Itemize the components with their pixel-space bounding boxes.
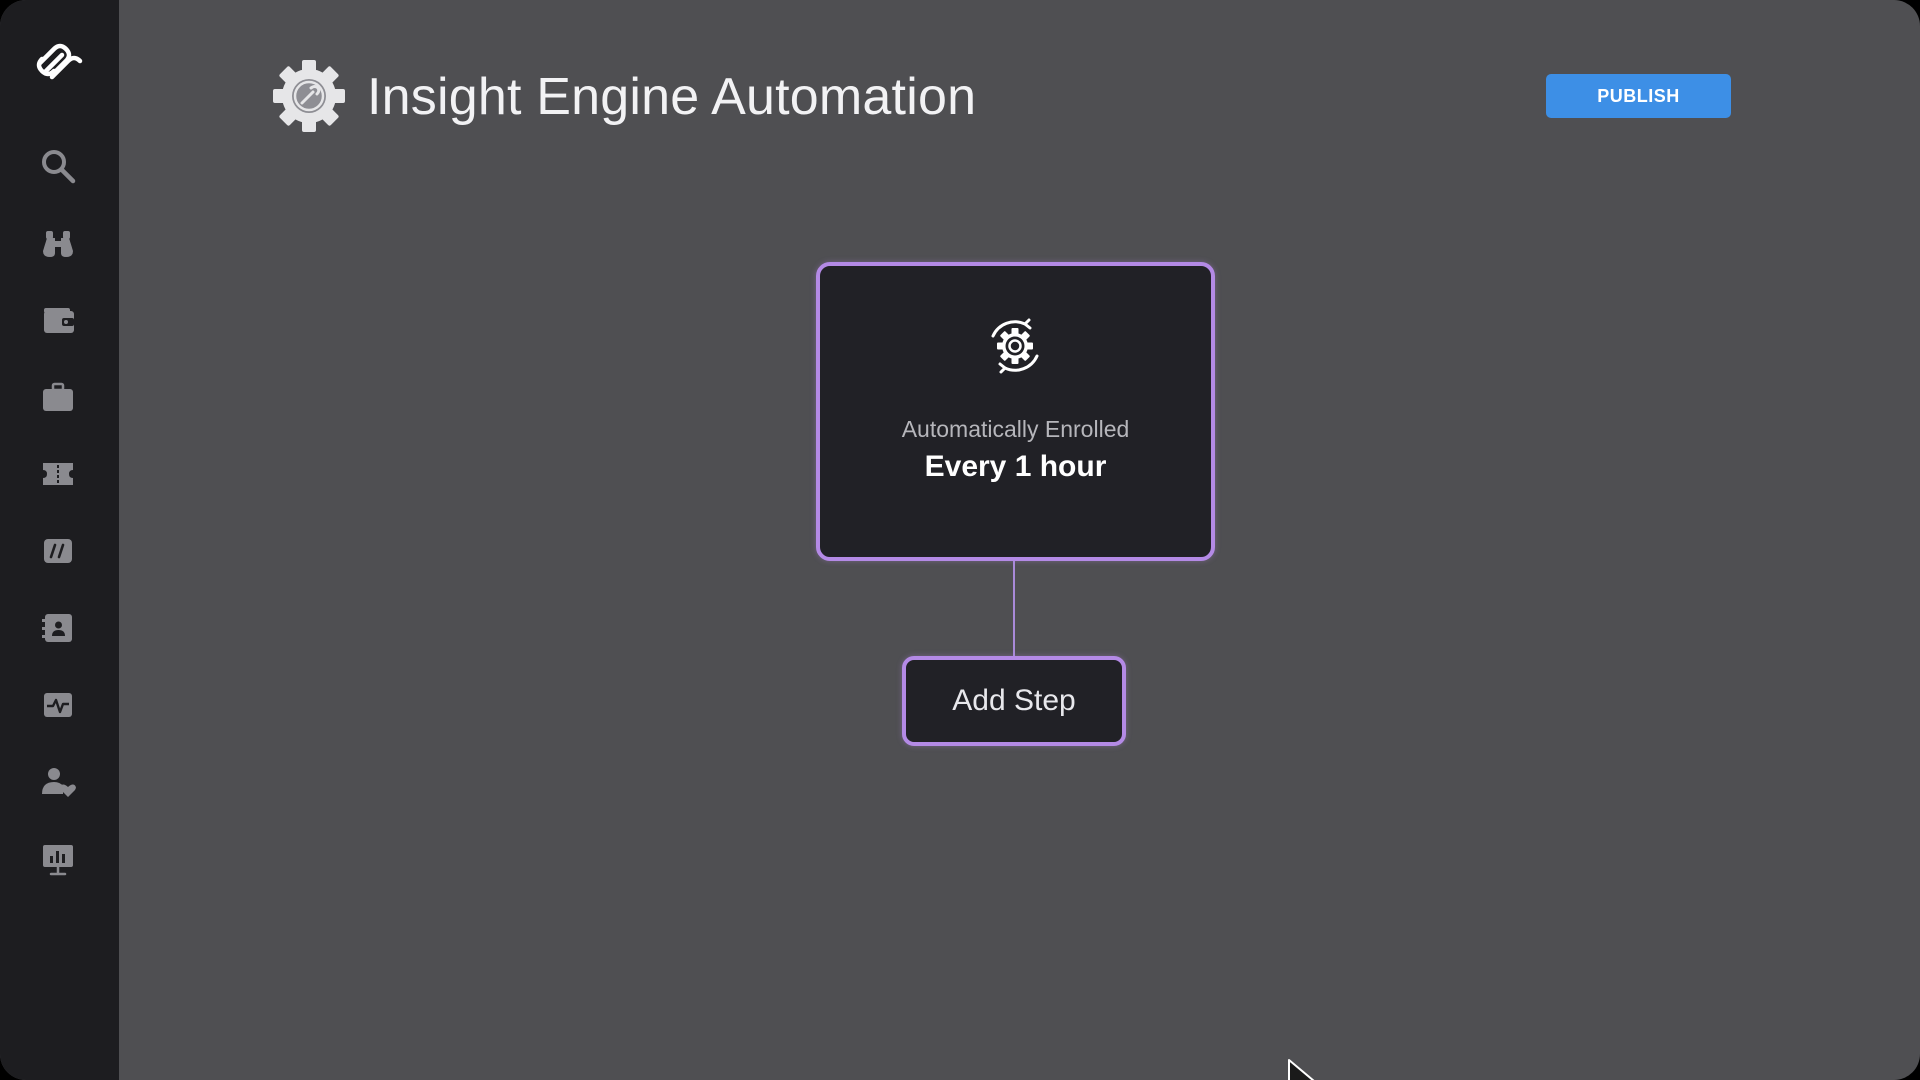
user-heart-icon <box>42 768 76 797</box>
nav-briefcase[interactable] <box>34 373 82 421</box>
nav-search[interactable] <box>34 142 82 190</box>
nav-tickets[interactable] <box>34 450 82 498</box>
nav-customers[interactable] <box>34 758 82 806</box>
app-window: Insight Engine Automation PUBLISH Automa… <box>0 0 1920 1080</box>
add-step-button[interactable]: Add Step <box>902 656 1126 746</box>
binoculars-icon <box>43 231 73 257</box>
briefcase-icon <box>43 382 73 411</box>
trigger-schedule: Every 1 hour <box>924 450 1107 483</box>
sidebar <box>0 0 119 1080</box>
nav-activity[interactable] <box>34 681 82 729</box>
workflow-connector <box>1013 561 1015 656</box>
automation-cog-icon <box>986 317 1044 375</box>
ticket-icon <box>43 463 73 485</box>
trigger-label: Automatically Enrolled <box>901 416 1130 442</box>
trigger-node[interactable]: Automatically Enrolled Every 1 hour <box>816 262 1215 561</box>
wallet-icon <box>44 308 74 333</box>
nav-reports[interactable] <box>34 835 82 883</box>
nav-contacts[interactable] <box>34 604 82 652</box>
nav-binoculars[interactable] <box>34 219 82 267</box>
nav-slash[interactable] <box>34 527 82 575</box>
settings-gear-icon <box>271 58 347 134</box>
search-icon <box>42 150 76 184</box>
contact-card-icon <box>42 614 72 642</box>
mouse-pointer-icon <box>1287 1058 1327 1080</box>
main-content: Insight Engine Automation PUBLISH Automa… <box>119 0 1920 1080</box>
logo-icon[interactable] <box>30 33 86 89</box>
hashtag-icon <box>44 539 72 563</box>
presentation-chart-icon <box>43 845 73 876</box>
publish-button[interactable]: PUBLISH <box>1546 74 1731 118</box>
page-title: Insight Engine Automation <box>367 68 977 126</box>
activity-icon <box>44 693 72 717</box>
nav-wallet[interactable] <box>34 296 82 344</box>
